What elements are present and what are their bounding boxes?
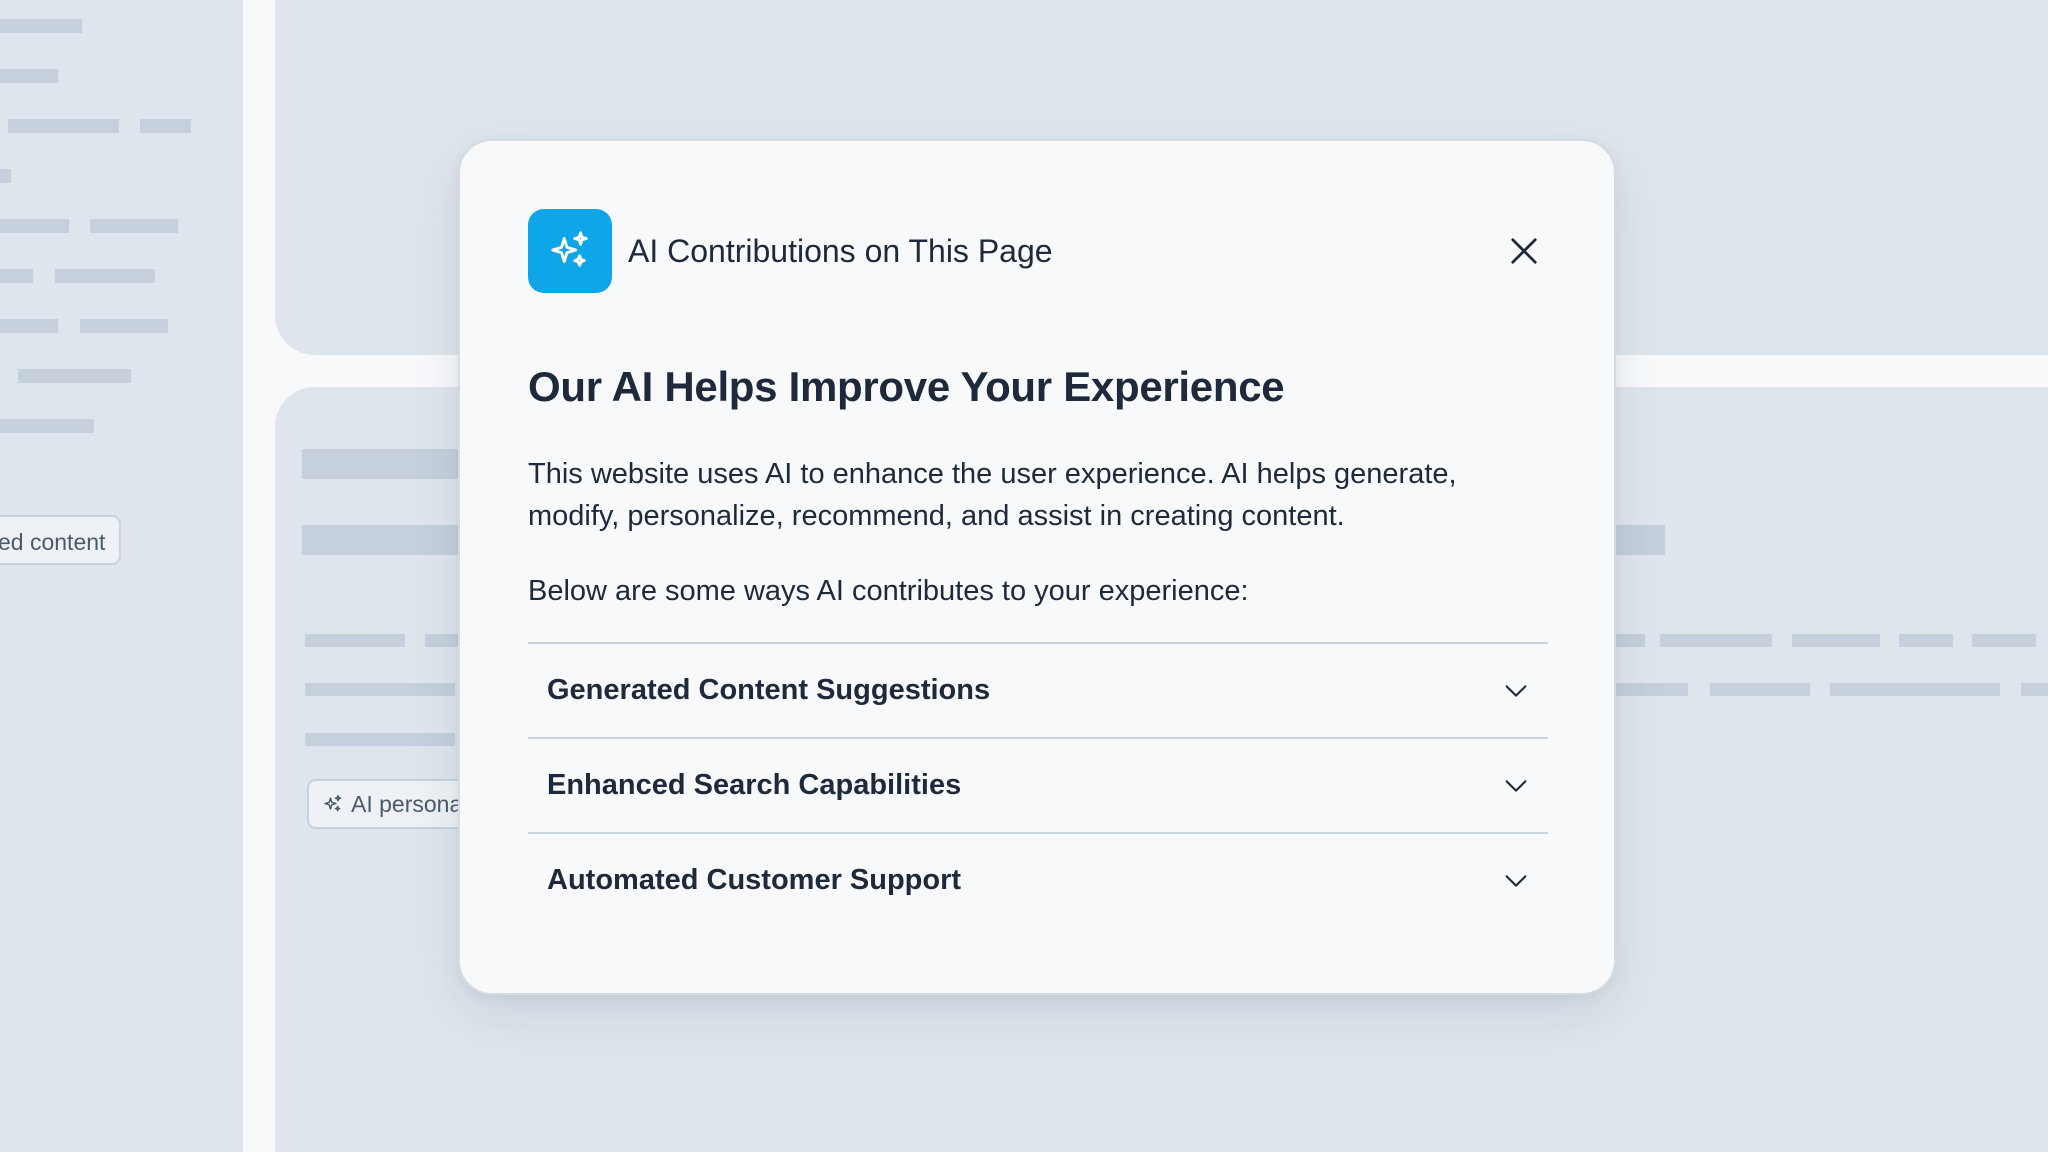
accordion-item-title: Automated Customer Support [547,864,962,896]
skeleton-line [90,219,178,233]
skeleton-line [0,269,33,283]
skeleton-line [18,369,131,383]
chip-label: ed content [0,529,106,555]
accordion-item-title: Generated Content Suggestions [547,674,991,706]
skeleton-line [80,319,168,333]
chevron-down-icon [1505,684,1527,697]
skeleton-line [8,119,119,133]
dialog-title: Our AI Helps Improve Your Experience [528,363,1285,410]
skeleton-line [0,19,82,33]
ai-contributions-dialog: AI Contributions on This Page Our AI Hel… [458,139,1616,995]
skeleton-line [0,319,58,333]
skeleton-line [1615,683,1688,696]
dialog-header-label: AI Contributions on This Page [628,232,1053,269]
skeleton-line [0,219,69,233]
skeleton-line [1899,634,1953,647]
skeleton-line [1710,683,1810,696]
skeleton-line [305,733,455,746]
skeleton-line [305,634,405,647]
accordion-item[interactable]: Automated Customer Support [528,834,1548,927]
chevron-down-icon [1505,874,1527,887]
skeleton-line [1792,634,1880,647]
skeleton-line [1830,683,2000,696]
skeleton-line [0,419,94,433]
skeleton-heading [1615,525,1665,555]
skeleton-line [305,683,455,696]
dialog-header: AI Contributions on This Page [528,209,1546,293]
skeleton-line [55,269,155,283]
skeleton-line [1660,634,1772,647]
contributions-accordion: Generated Content Suggestions Enhanced S… [528,642,1548,927]
sparkles-icon [551,231,588,267]
ai-badge [528,209,612,293]
accordion-item[interactable]: Generated Content Suggestions [528,644,1548,739]
sparkles-icon [324,794,342,812]
skeleton-line [1972,634,2036,647]
skeleton-line [2021,683,2048,696]
dialog-description: This website uses AI to enhance the user… [528,458,1457,532]
accordion-item[interactable]: Enhanced Search Capabilities [528,739,1548,834]
sidebar-background: ed content [0,0,243,1152]
skeleton-line [0,69,58,83]
skeleton-line [0,169,11,183]
close-button[interactable] [1496,223,1552,279]
skeleton-line [140,119,191,133]
skeleton-line [1615,634,1645,647]
accordion-item-title: Enhanced Search Capabilities [547,769,962,801]
chip-label: AI persona [351,791,463,817]
dialog-intro: Below are some ways AI contributes to yo… [528,575,1249,607]
chevron-down-icon [1505,779,1527,792]
close-icon [1511,238,1537,264]
ai-content-chip[interactable]: ed content [0,515,121,565]
